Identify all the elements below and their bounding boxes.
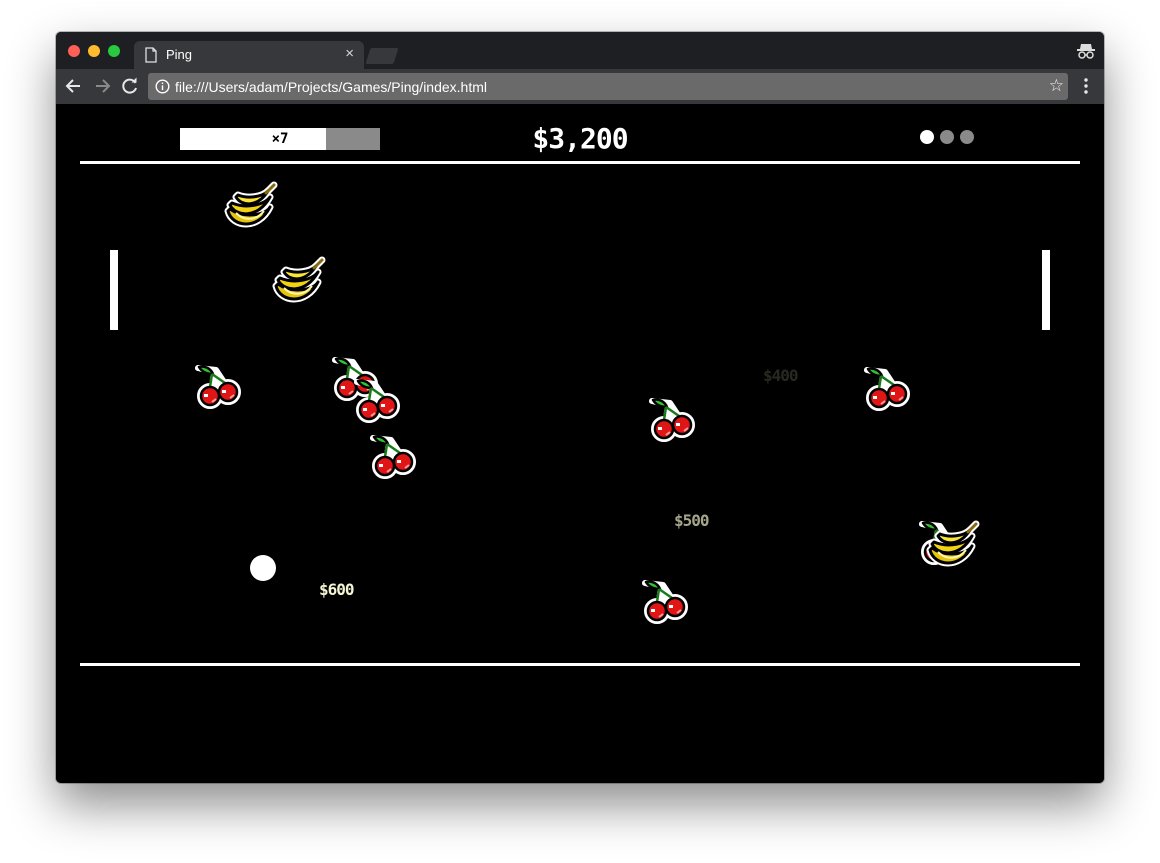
life-dot — [920, 130, 934, 144]
life-dot — [960, 130, 974, 144]
browser-toolbar: file:///Users/adam/Projects/Games/Ping/i… — [56, 69, 1104, 104]
info-icon[interactable] — [155, 79, 170, 94]
cherries-icon — [369, 432, 421, 482]
banana-icon — [222, 181, 280, 235]
top-wall — [80, 161, 1080, 164]
minimize-window-button[interactable] — [88, 45, 100, 57]
score-display: $3,200 — [532, 122, 628, 155]
maximize-window-button[interactable] — [108, 45, 120, 57]
incognito-icon — [1077, 44, 1095, 59]
right-paddle — [1042, 250, 1050, 330]
combo-multiplier: ×7 — [271, 131, 289, 147]
game-canvas[interactable]: ×7 $3,200 $400 $500 $600 — [56, 104, 1104, 783]
ball — [250, 555, 276, 581]
cherries-icon — [641, 577, 693, 627]
forward-arrow-icon[interactable] — [92, 76, 112, 96]
tab-close-button[interactable]: × — [345, 45, 354, 62]
banana-icon — [270, 256, 328, 310]
combo-meter: ×7 — [180, 128, 380, 150]
back-arrow-icon[interactable] — [64, 76, 84, 96]
left-paddle — [110, 250, 118, 330]
close-window-button[interactable] — [68, 45, 80, 57]
tab-ping[interactable]: Ping × — [134, 41, 364, 69]
browser-window: Ping × file:///Users/adam/Projects/Games… — [56, 32, 1104, 783]
tab-title: Ping — [166, 47, 193, 62]
bookmark-star-icon[interactable]: ☆ — [1049, 76, 1064, 96]
points-popup: $500 — [674, 511, 710, 530]
page-icon — [145, 47, 157, 63]
cherries-icon — [353, 376, 405, 426]
reload-icon[interactable] — [120, 76, 140, 96]
more-menu-icon[interactable] — [1079, 75, 1093, 97]
bottom-wall — [80, 663, 1080, 666]
address-bar[interactable]: file:///Users/adam/Projects/Games/Ping/i… — [148, 73, 1068, 100]
cherries-icon — [648, 395, 700, 445]
tab-bar: Ping × — [56, 32, 1104, 69]
points-popup: $400 — [763, 366, 799, 385]
points-popup: $600 — [319, 580, 355, 599]
url-text: file:///Users/adam/Projects/Games/Ping/i… — [175, 79, 488, 95]
cherries-icon — [863, 364, 915, 414]
life-dot — [940, 130, 954, 144]
new-tab-button[interactable] — [365, 48, 399, 64]
cherries-icon — [194, 362, 246, 412]
banana-icon — [924, 520, 982, 574]
